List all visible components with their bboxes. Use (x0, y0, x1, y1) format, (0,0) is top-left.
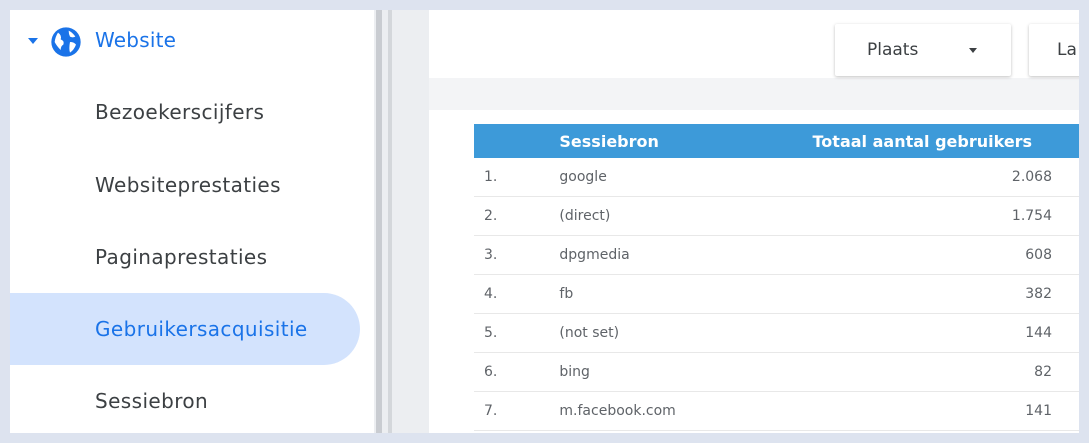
dropdown-arrow-icon (969, 48, 977, 53)
sidebar-item-label: Gebruikersacquisitie (95, 317, 308, 341)
sidebar-item-bezoekerscijfers[interactable]: Bezoekerscijfers (10, 76, 360, 148)
table-row: 7. m.facebook.com 141 (474, 391, 1079, 431)
dropdown-label: La (1057, 40, 1077, 60)
toolbar-strip (429, 78, 1079, 110)
row-source: bing (559, 352, 791, 392)
row-index: 5. (474, 313, 560, 353)
globe-icon (51, 27, 81, 57)
row-users: 144 (790, 313, 1079, 353)
dropdown-label: Plaats (867, 40, 919, 60)
table-row: 4. fb 382 (474, 274, 1079, 314)
section-website[interactable]: Website (10, 22, 374, 62)
sessions-table: Sessiebron Totaal aantal gebruikers 1. g… (474, 124, 1079, 431)
row-users: 2.068 (790, 158, 1079, 197)
table-row: 3. dpgmedia 608 (474, 235, 1079, 275)
table-row: 1. google 2.068 (474, 158, 1079, 197)
table-row: 5. (not set) 144 (474, 313, 1079, 353)
sidebar-item-label: Sessiebron (95, 389, 209, 413)
row-users: 1.754 (790, 196, 1079, 236)
row-source: m.facebook.com (559, 391, 791, 431)
column-header-users[interactable]: Totaal aantal gebruikers (791, 124, 1079, 158)
plaats-filter-dropdown[interactable]: Plaats (835, 24, 1011, 76)
caret-down-icon[interactable] (28, 38, 38, 44)
row-source: fb (559, 274, 791, 314)
sidebar-item-label: Websiteprestaties (95, 173, 281, 197)
table-row: 6. bing 82 (474, 352, 1079, 392)
sidebar-item-label: Paginaprestaties (95, 245, 268, 269)
table-header-row: Sessiebron Totaal aantal gebruikers (474, 124, 1079, 158)
row-source: (not set) (559, 313, 791, 353)
row-index: 1. (474, 158, 560, 197)
row-users: 82 (790, 352, 1079, 392)
row-users: 608 (790, 235, 1079, 275)
section-label[interactable]: Website (95, 28, 176, 52)
row-source: (direct) (559, 196, 791, 236)
row-index: 3. (474, 235, 560, 275)
row-source: dpgmedia (559, 235, 791, 275)
divider (388, 10, 392, 433)
second-filter-dropdown[interactable]: La (1029, 24, 1079, 76)
sidebar-item-label: Bezoekerscijfers (95, 100, 265, 124)
row-index: 6. (474, 352, 560, 392)
sidebar-item-sessiebron[interactable]: Sessiebron (10, 365, 360, 433)
row-users: 382 (790, 274, 1079, 314)
row-index: 2. (474, 196, 560, 236)
sidebar-item-gebruikersacquisitie[interactable]: Gebruikersacquisitie (10, 293, 360, 365)
panel-gutter (374, 10, 429, 433)
index-header (474, 124, 559, 158)
row-source: google (559, 158, 791, 197)
sidebar-item-paginaprestaties[interactable]: Paginaprestaties (10, 221, 360, 293)
row-users: 141 (790, 391, 1079, 431)
table-row: 2. (direct) 1.754 (474, 196, 1079, 236)
row-index: 7. (474, 391, 560, 431)
column-header-sessiebron[interactable]: Sessiebron (559, 124, 790, 158)
sidebar-item-websiteprestaties[interactable]: Websiteprestaties (10, 149, 360, 221)
sidebar: Website Bezoekerscijfers Websiteprestati… (10, 10, 374, 433)
row-index: 4. (474, 274, 560, 314)
report-panel: Plaats La Sessiebron Totaal aantal gebru… (429, 10, 1079, 433)
sidebar-scrollbar[interactable] (376, 10, 382, 433)
